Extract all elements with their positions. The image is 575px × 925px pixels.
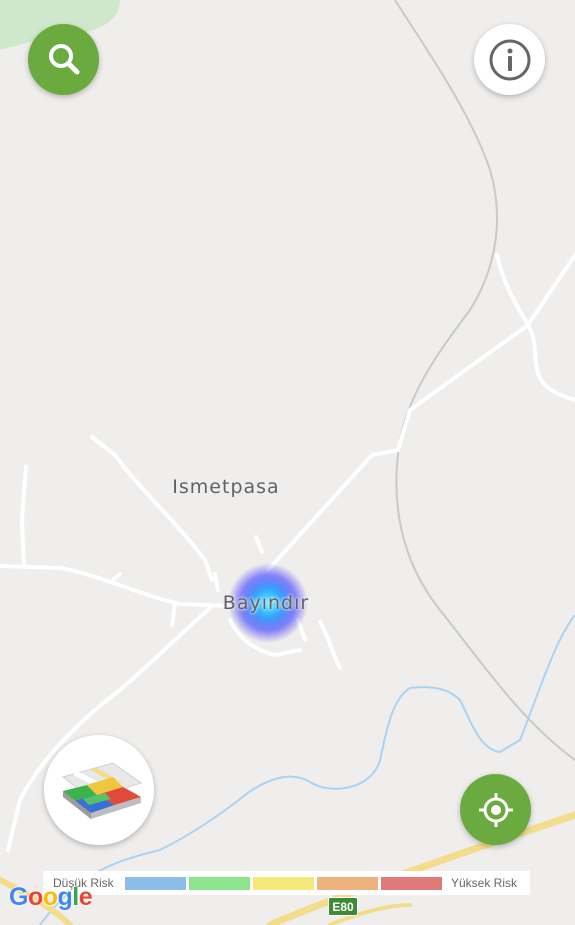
place-label-bayindir: Bayındır bbox=[222, 592, 310, 614]
legend-segment-3 bbox=[253, 876, 314, 890]
my-location-button[interactable] bbox=[460, 774, 531, 845]
info-button[interactable] bbox=[474, 24, 545, 95]
map-layers-button[interactable] bbox=[44, 735, 154, 845]
road-shield-e80: E80 bbox=[328, 897, 358, 916]
search-icon bbox=[48, 43, 79, 74]
risk-legend: Düşük Risk Yüksek Risk bbox=[43, 871, 530, 895]
legend-segment-4 bbox=[317, 876, 378, 890]
place-label-ismetpasa: Ismetpasa bbox=[172, 476, 280, 498]
my-location-icon bbox=[478, 792, 513, 827]
info-icon bbox=[489, 39, 530, 80]
legend-segment-2 bbox=[189, 876, 250, 890]
map-layers-thumbnail-icon bbox=[61, 762, 143, 819]
legend-segment-5 bbox=[381, 876, 442, 890]
legend-segment-1 bbox=[125, 876, 186, 890]
legend-high-label: Yüksek Risk bbox=[451, 876, 518, 890]
search-button[interactable] bbox=[28, 24, 99, 95]
google-logo: Google bbox=[9, 883, 93, 911]
